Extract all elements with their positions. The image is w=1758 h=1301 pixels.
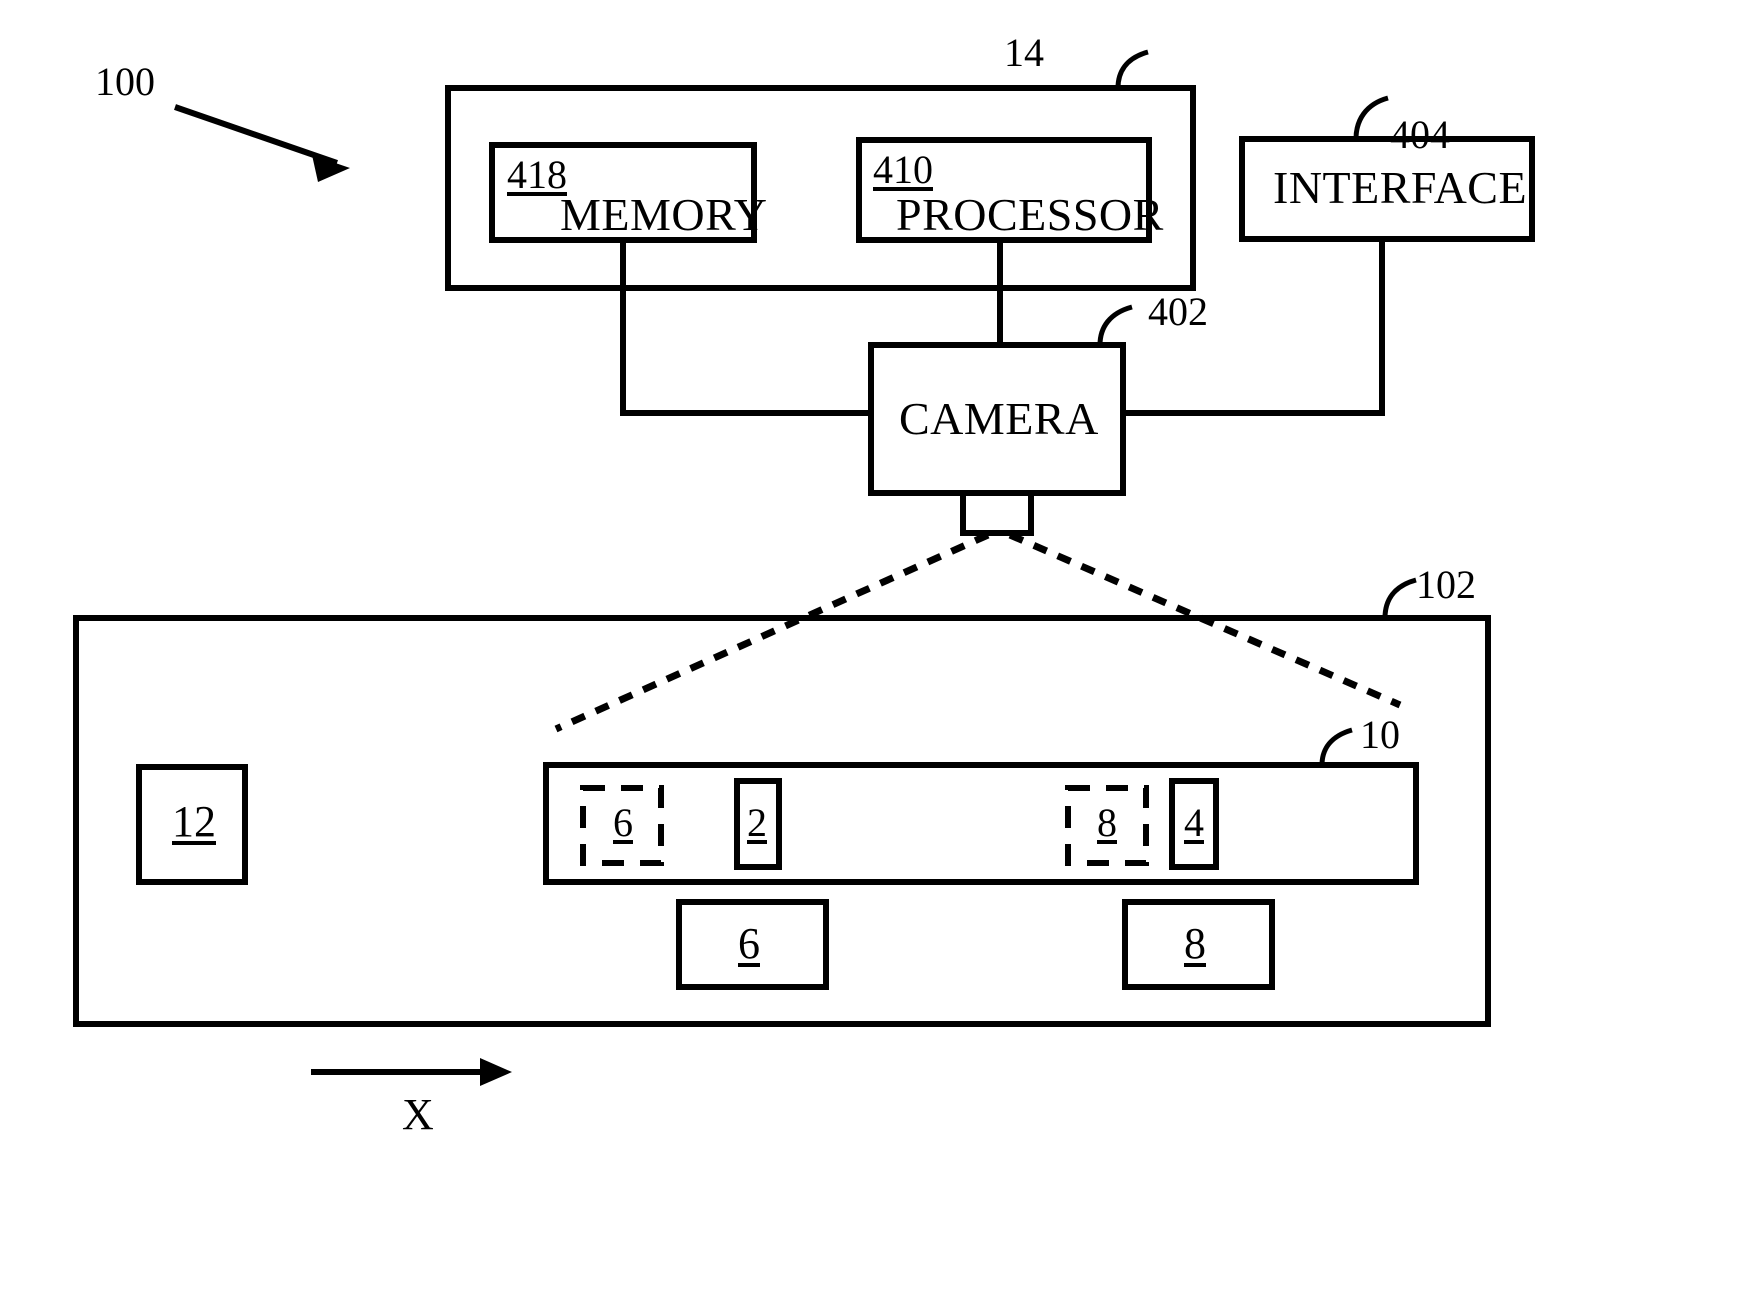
lower-object-numeral-6: 6	[738, 919, 760, 968]
fov-left-ray	[554, 531, 990, 733]
conveyor-belt-leader	[1319, 727, 1353, 766]
x-axis-label: X	[402, 1090, 434, 1139]
processor-numeral-410: 410	[873, 147, 933, 192]
system-label-100: 100	[95, 59, 155, 104]
interface-caption: INTERFACE	[1273, 162, 1528, 213]
system-enclosure-leader	[1115, 49, 1149, 89]
scene-enclosure-leader	[1382, 577, 1417, 619]
system-leader-arrow	[174, 104, 350, 182]
x-direction-arrow	[311, 1058, 512, 1086]
station-numeral-12: 12	[172, 797, 216, 846]
callout-404: 404	[1390, 112, 1450, 157]
belt-object-numeral-2: 2	[747, 800, 767, 845]
callout-102: 102	[1416, 562, 1476, 607]
belt-object-numeral-8: 8	[1097, 800, 1117, 845]
memory-to-camera-wire	[620, 240, 871, 416]
camera-lens-stub	[960, 490, 1034, 536]
memory-numeral-418: 418	[507, 152, 567, 197]
belt-object-numeral-4: 4	[1184, 800, 1204, 845]
memory-caption: MEMORY	[560, 189, 768, 240]
conveyor-belt-box	[543, 762, 1419, 885]
callout-10: 10	[1360, 712, 1400, 757]
camera-caption: CAMERA	[899, 393, 1099, 444]
callout-14: 14	[1004, 30, 1044, 75]
patent-figure: 100 14 418 MEMORY 410 PROCESSOR 404 INTE…	[0, 0, 1758, 1301]
camera-leader	[1097, 304, 1133, 346]
belt-object-numeral-6: 6	[613, 800, 633, 845]
lower-object-numeral-8: 8	[1184, 919, 1206, 968]
interface-leader	[1353, 95, 1389, 140]
processor-caption: PROCESSOR	[896, 189, 1164, 240]
callout-402: 402	[1148, 289, 1208, 334]
